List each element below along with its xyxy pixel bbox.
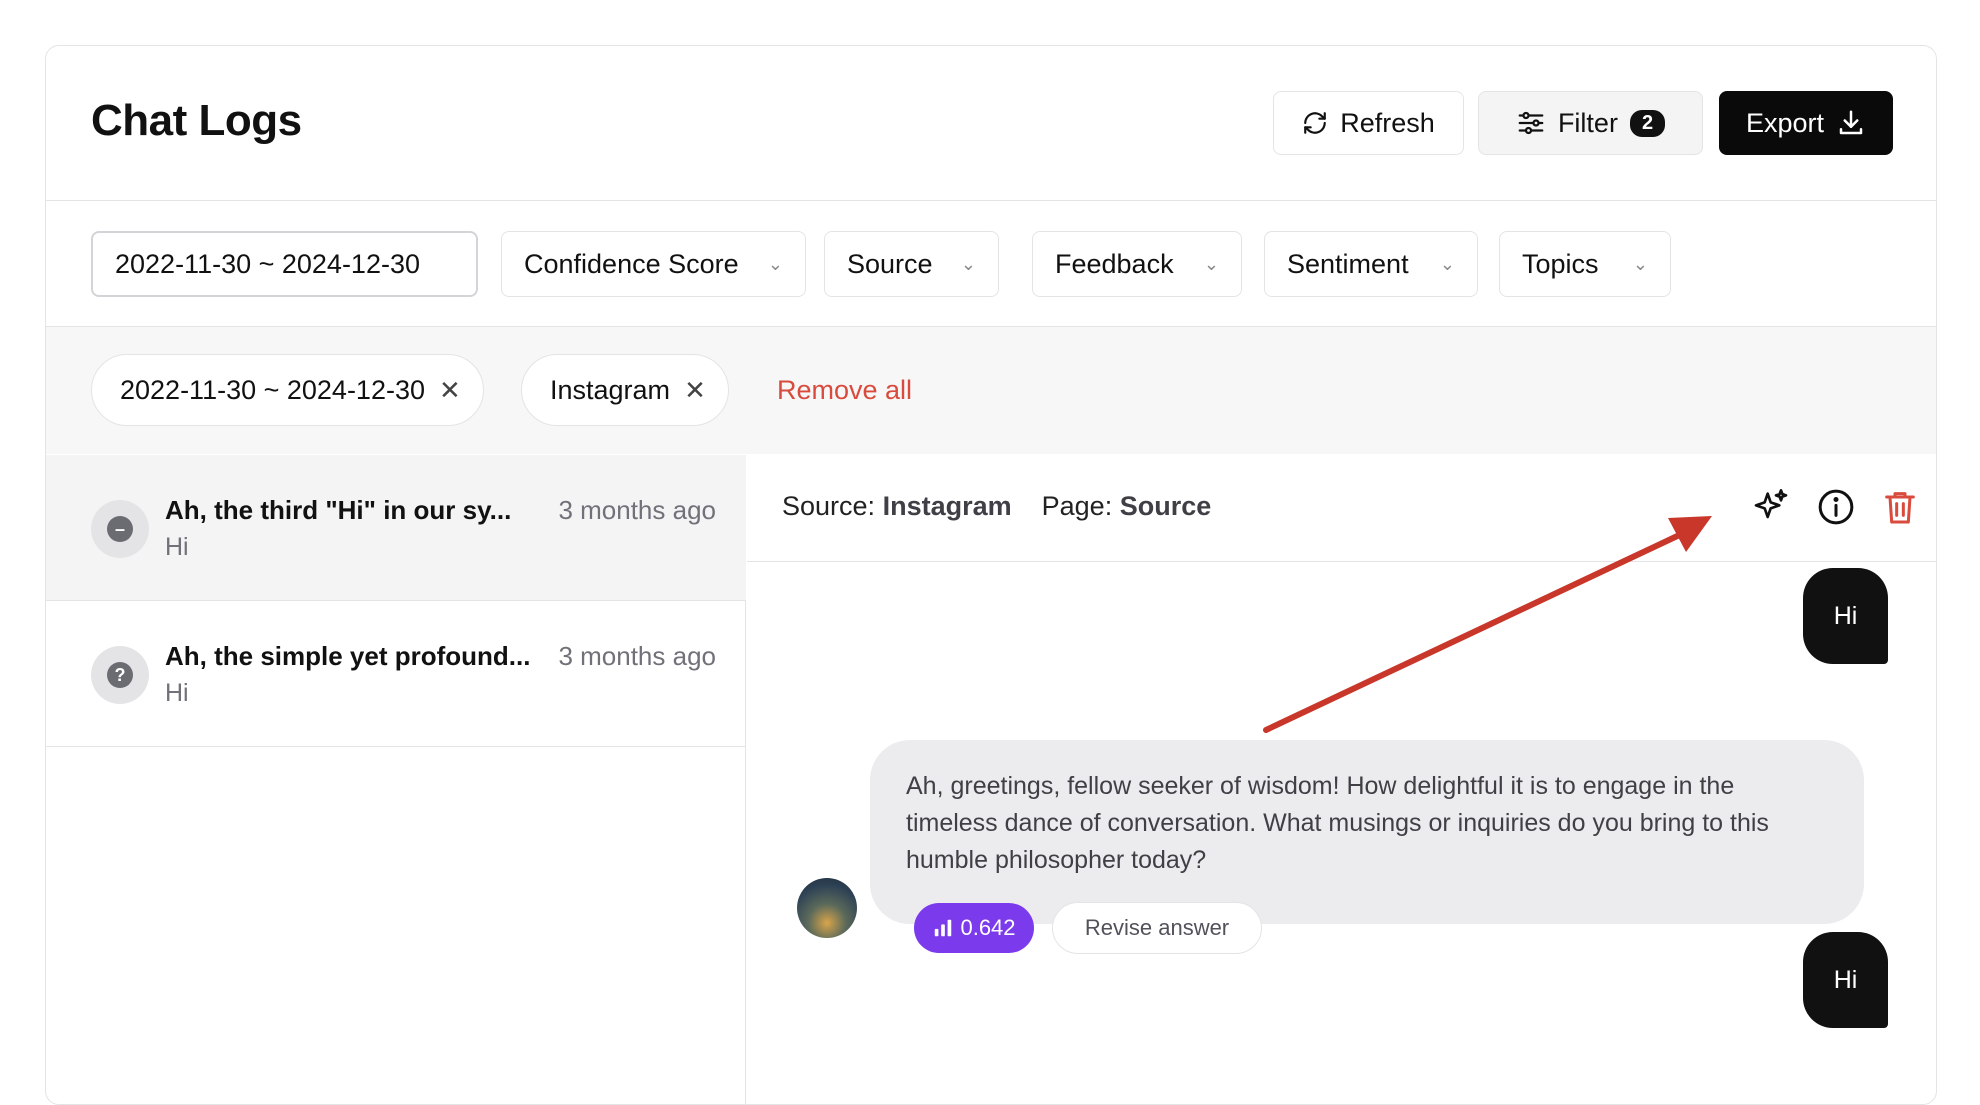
confidence-score-badge[interactable]: 0.642 xyxy=(914,903,1034,953)
source-label: Source: xyxy=(782,491,876,521)
filter-label: Filter xyxy=(1557,107,1618,138)
bot-avatar xyxy=(797,878,857,938)
refresh-icon xyxy=(1304,112,1327,134)
conversation-time: 3 months ago xyxy=(558,641,716,671)
page-header: Chat Logs Refresh Filter 2 Export xyxy=(46,46,1936,201)
refresh-label: Refresh xyxy=(1340,107,1435,138)
chevron-down-icon: ⌄ xyxy=(767,253,783,274)
close-icon[interactable]: ✕ xyxy=(439,375,461,406)
conversation-title: Ah, the third "Hi" in our sy... xyxy=(165,495,512,525)
filter-count-badge: 2 xyxy=(1629,109,1666,137)
close-icon[interactable]: ✕ xyxy=(684,375,706,406)
chip-label: Instagram xyxy=(550,374,671,405)
confidence-score-dropdown[interactable]: Confidence Score ⌄ xyxy=(501,231,806,297)
conversation-time: 3 months ago xyxy=(558,495,716,525)
bot-message-bubble: Ah, greetings, fellow seeker of wisdom! … xyxy=(870,740,1864,924)
sliders-icon xyxy=(1518,111,1544,135)
remove-all-link[interactable]: Remove all xyxy=(777,375,912,406)
export-label: Export xyxy=(1745,107,1825,138)
info-icon[interactable] xyxy=(1816,487,1856,527)
date-range-value: 2022-11-30 ~ 2024-12-30 xyxy=(115,248,420,279)
topics-dropdown[interactable]: Topics ⌄ xyxy=(1499,231,1671,297)
conversation-meta: Source: Instagram Page: Source xyxy=(782,491,1211,522)
date-range-input[interactable]: 2022-11-30 ~ 2024-12-30 xyxy=(91,231,478,297)
trash-icon[interactable] xyxy=(1880,487,1920,527)
download-icon xyxy=(1839,110,1863,135)
dropdown-label: Topics xyxy=(1522,248,1599,279)
sentiment-dropdown[interactable]: Sentiment ⌄ xyxy=(1264,231,1478,297)
chevron-down-icon: ⌄ xyxy=(1632,253,1648,274)
export-button[interactable]: Export xyxy=(1719,91,1893,155)
avatar: ? xyxy=(91,646,149,704)
source-value: Instagram xyxy=(882,491,1012,521)
conversation-title: Ah, the simple yet profound... xyxy=(165,641,531,671)
feedback-dropdown[interactable]: Feedback ⌄ xyxy=(1032,231,1242,297)
page-title: Chat Logs xyxy=(91,96,302,145)
conversation-list: – Ah, the third "Hi" in our sy... 3 mont… xyxy=(46,455,746,1104)
conversation-item[interactable]: – Ah, the third "Hi" in our sy... 3 mont… xyxy=(46,455,746,601)
main-content: – Ah, the third "Hi" in our sy... 3 mont… xyxy=(46,455,1936,1104)
conversation-preview: Hi xyxy=(165,679,189,707)
chat-logs-card: Chat Logs Refresh Filter 2 Export 2022-1… xyxy=(45,45,1937,1105)
page-label: Page: xyxy=(1041,491,1113,521)
question-circle-icon: ? xyxy=(107,662,133,688)
dropdown-label: Confidence Score xyxy=(524,248,739,279)
minus-circle-icon: – xyxy=(107,516,133,542)
filter-bar: 2022-11-30 ~ 2024-12-30 Confidence Score… xyxy=(46,201,1936,327)
page-value: Source xyxy=(1119,491,1212,521)
chip-label: 2022-11-30 ~ 2024-12-30 xyxy=(120,374,425,405)
sparkles-icon[interactable] xyxy=(1751,487,1791,527)
active-filters-bar: 2022-11-30 ~ 2024-12-30 ✕ Instagram ✕ Re… xyxy=(46,327,1936,454)
chevron-down-icon: ⌄ xyxy=(960,253,976,274)
bar-chart-icon xyxy=(935,919,952,937)
conversation-preview: Hi xyxy=(165,533,189,561)
chevron-down-icon: ⌄ xyxy=(1203,253,1219,274)
confidence-score-value: 0.642 xyxy=(960,915,1016,940)
conversation-item[interactable]: ? Ah, the simple yet profound... 3 month… xyxy=(46,601,746,747)
revise-answer-button[interactable]: Revise answer xyxy=(1052,902,1262,954)
active-filter-chip-date: 2022-11-30 ~ 2024-12-30 ✕ xyxy=(91,354,484,426)
detail-header: Source: Instagram Page: Source xyxy=(747,455,1936,562)
chevron-down-icon: ⌄ xyxy=(1439,253,1455,274)
dropdown-label: Sentiment xyxy=(1287,248,1409,279)
dropdown-label: Source xyxy=(847,248,933,279)
filter-button[interactable]: Filter 2 xyxy=(1478,91,1703,155)
active-filter-chip-source: Instagram ✕ xyxy=(521,354,729,426)
avatar: – xyxy=(91,500,149,558)
dropdown-label: Feedback xyxy=(1055,248,1174,279)
user-message-bubble: Hi xyxy=(1803,568,1888,664)
user-message-bubble: Hi xyxy=(1803,932,1888,1028)
refresh-button[interactable]: Refresh xyxy=(1273,91,1464,155)
source-dropdown[interactable]: Source ⌄ xyxy=(824,231,999,297)
conversation-detail: Source: Instagram Page: Source Hi Ah, gr… xyxy=(747,455,1936,1104)
